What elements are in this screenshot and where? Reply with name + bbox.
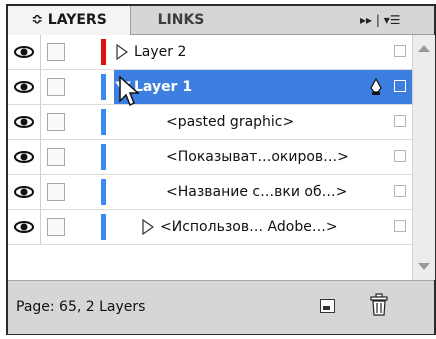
layer-row-layer-1[interactable]: Layer 1 xyxy=(8,70,412,107)
layers-panel: ≎ LAYERS LINKS ▸▸ | ▾☰ Layer 2 Layer 1 <… xyxy=(6,4,436,335)
tab-links[interactable]: LINKS xyxy=(131,6,231,34)
object-name[interactable]: <pasted graphic> xyxy=(166,105,294,139)
visibility-eye-icon[interactable] xyxy=(8,210,41,244)
selection-square[interactable] xyxy=(394,45,406,57)
layer-name-area: Layer 2 xyxy=(114,35,412,69)
layer-name-area: <Название с…вки об…> xyxy=(114,175,412,209)
visibility-eye-icon[interactable] xyxy=(8,70,41,104)
layer-row-layer-2[interactable]: Layer 2 xyxy=(8,35,412,70)
scroll-up-arrow-icon[interactable] xyxy=(418,45,430,52)
expand-triangle-icon[interactable] xyxy=(142,219,154,235)
object-name[interactable]: <Название с…вки об…> xyxy=(166,175,347,209)
layer-name[interactable]: Layer 2 xyxy=(134,35,186,69)
visibility-eye-icon[interactable] xyxy=(8,175,41,209)
lock-toggle[interactable] xyxy=(41,140,71,174)
selection-square[interactable] xyxy=(394,115,406,127)
empty-row xyxy=(8,245,412,280)
object-row-4[interactable]: <Название с…вки об…> xyxy=(8,175,412,210)
layer-color-swatch xyxy=(101,39,106,65)
status-bar: Page: 65, 2 Layers xyxy=(8,280,434,334)
layer-color-swatch xyxy=(101,144,106,170)
layer-name-area: <pasted graphic> xyxy=(114,105,412,139)
selection-square[interactable] xyxy=(394,150,406,162)
layer-color-swatch xyxy=(101,74,106,100)
empty-area xyxy=(8,245,412,280)
layer-name-area: <Использов… Adobe…> xyxy=(114,210,412,244)
layer-name-area: <Показыват…окиров…> xyxy=(114,140,412,174)
layers-list: Layer 2 Layer 1 <pasted graphic> <Показы… xyxy=(8,35,412,280)
expand-triangle-icon[interactable] xyxy=(116,44,128,60)
object-row-5[interactable]: <Использов… Adobe…> xyxy=(8,210,412,245)
selection-square[interactable] xyxy=(394,185,406,197)
object-name[interactable]: <Показыват…окиров…> xyxy=(166,140,349,174)
scroll-down-arrow-icon[interactable] xyxy=(418,263,430,270)
object-name[interactable]: <Использов… Adobe…> xyxy=(160,210,338,244)
tab-layers[interactable]: ≎ LAYERS xyxy=(8,6,131,35)
object-row-pasted-graphic[interactable]: <pasted graphic> xyxy=(8,105,412,140)
visibility-eye-icon[interactable] xyxy=(8,140,41,174)
lock-toggle[interactable] xyxy=(41,175,71,209)
layer-name-area: Layer 1 xyxy=(114,70,412,104)
layer-color-swatch xyxy=(101,179,106,205)
lock-toggle[interactable] xyxy=(41,105,71,139)
object-row-3[interactable]: <Показыват…окиров…> xyxy=(8,140,412,175)
selection-square[interactable] xyxy=(394,220,406,232)
visibility-eye-icon[interactable] xyxy=(8,105,41,139)
layer-color-swatch xyxy=(101,109,106,135)
new-layer-icon[interactable] xyxy=(320,299,335,313)
vertical-scrollbar[interactable] xyxy=(412,35,435,280)
trash-icon[interactable] xyxy=(368,293,390,317)
layer-color-swatch xyxy=(101,214,106,240)
selection-square[interactable] xyxy=(394,80,406,92)
lock-toggle[interactable] xyxy=(41,70,71,104)
visibility-eye-icon[interactable] xyxy=(8,35,41,69)
panel-menu-controls[interactable]: ▸▸ | ▾☰ xyxy=(360,13,401,27)
pen-nib-icon xyxy=(370,78,382,95)
panel-tabbar: ≎ LAYERS LINKS ▸▸ | ▾☰ xyxy=(8,6,434,35)
layer-name[interactable]: Layer 1 xyxy=(134,70,192,104)
mouse-cursor-icon xyxy=(119,76,140,107)
lock-toggle[interactable] xyxy=(41,210,71,244)
lock-toggle[interactable] xyxy=(41,35,71,69)
status-text: Page: 65, 2 Layers xyxy=(16,299,146,315)
